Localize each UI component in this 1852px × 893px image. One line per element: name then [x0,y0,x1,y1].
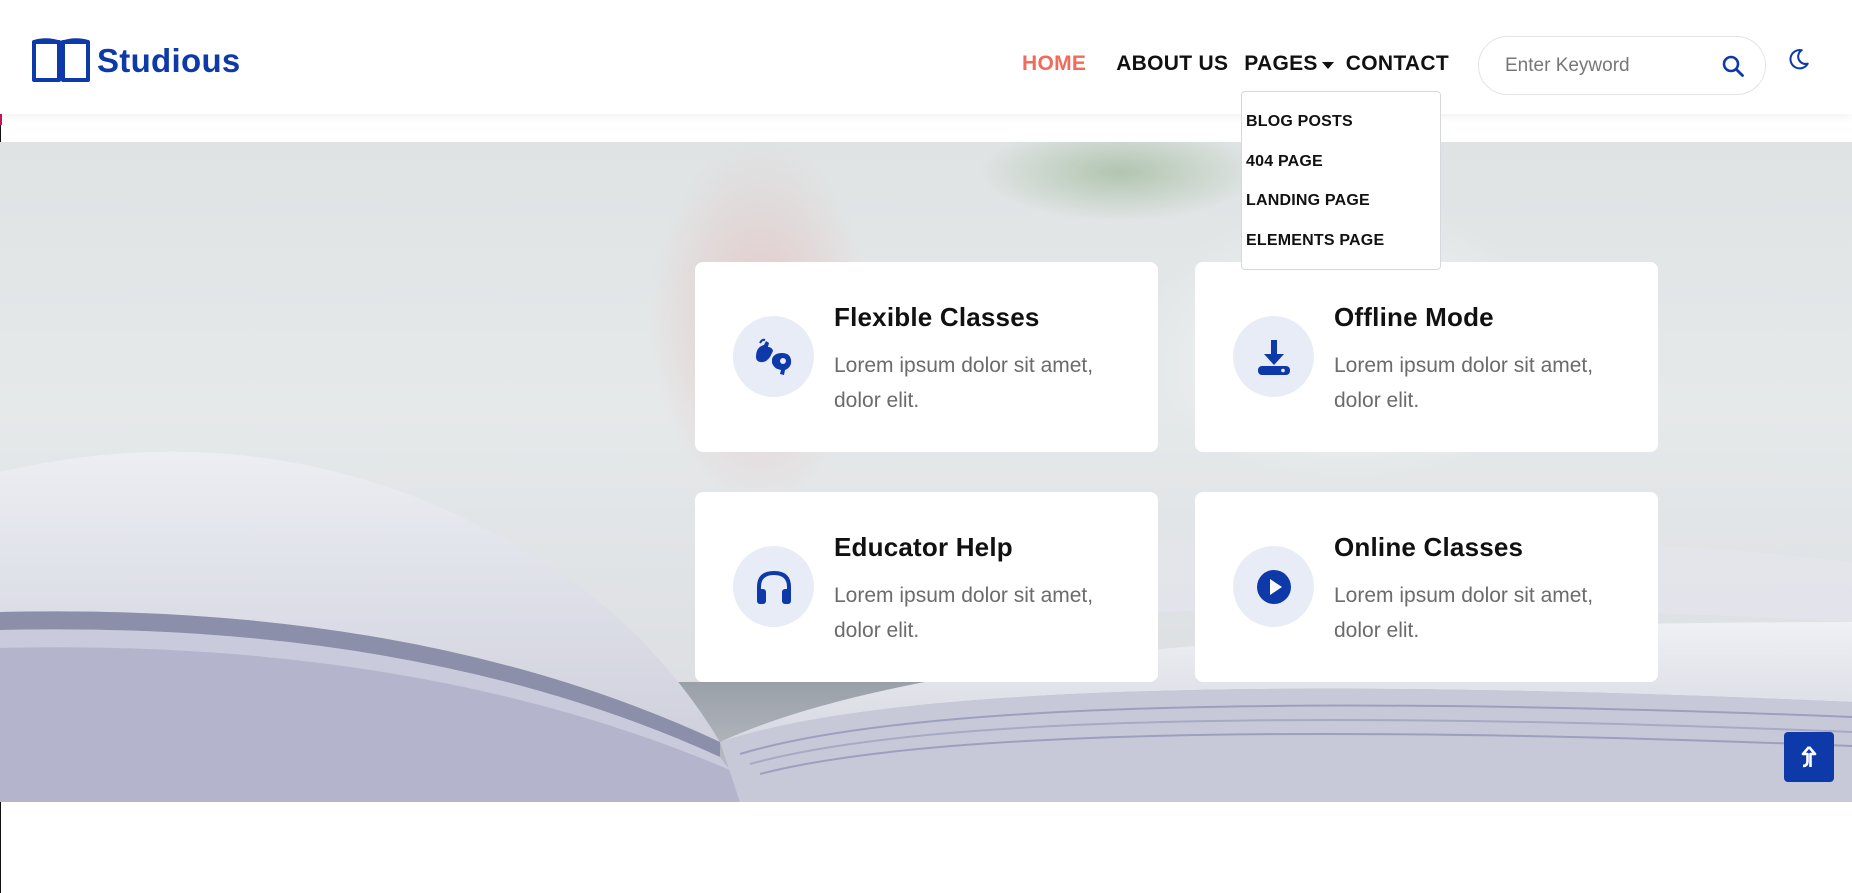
headphones-icon [756,570,791,604]
hero-book-image [0,451,1852,802]
dropdown-item-elements-page[interactable]: ELEMENTS PAGE [1242,229,1440,269]
feature-title: Offline Mode [1334,302,1494,332]
feature-description: Lorem ipsum dolor sit amet, dolor elit. [834,584,1094,642]
main-nav: HOME ABOUT US PAGES CONTACT [1022,52,1449,76]
feature-card-online-classes[interactable]: Online Classes Lorem ipsum dolor sit ame… [1195,492,1658,682]
site-header: Studious HOME ABOUT US PAGES CONTACT [0,0,1852,114]
nav-pages[interactable]: PAGES [1244,52,1334,76]
dropdown-item-landing-page[interactable]: LANDING PAGE [1242,189,1440,229]
nav-contact[interactable]: CONTACT [1346,52,1449,76]
search-box [1478,36,1766,95]
feature-icon-wrap [733,316,814,397]
feature-description: Lorem ipsum dolor sit amet, dolor elit. [1334,354,1594,412]
feature-title: Flexible Classes [834,302,1040,332]
download-icon [1257,339,1290,375]
feature-title: Online Classes [1334,532,1524,562]
scroll-to-top-button[interactable] [1784,732,1834,782]
feature-description: Lorem ipsum dolor sit amet, dolor elit. [834,354,1094,412]
dropdown-item-blog-posts[interactable]: BLOG POSTS [1242,110,1440,150]
play-circle-icon [1256,569,1291,604]
sign-language-icon [755,338,791,375]
nav-home[interactable]: HOME [1022,52,1086,76]
feature-icon-wrap [733,546,814,627]
nav-about-us[interactable]: ABOUT US [1116,52,1228,76]
nav-pages-label: PAGES [1244,52,1318,75]
search-icon[interactable] [1721,54,1745,78]
feature-description: Lorem ipsum dolor sit amet, dolor elit. [1334,584,1594,642]
feature-icon-wrap [1233,316,1314,397]
brand-logo[interactable]: Studious [31,37,241,85]
arrow-up-icon [1801,746,1817,768]
hero-section [0,142,1852,802]
feature-card-offline-mode[interactable]: Offline Mode Lorem ipsum dolor sit amet,… [1195,262,1658,452]
brand-name: Studious [97,42,241,79]
moon-icon[interactable] [1788,48,1810,70]
dropdown-item-404-page[interactable]: 404 PAGE [1242,150,1440,190]
feature-icon-wrap [1233,546,1314,627]
feature-card-educator-help[interactable]: Educator Help Lorem ipsum dolor sit amet… [695,492,1158,682]
feature-title: Educator Help [834,532,1013,562]
caret-down-icon [1321,61,1334,69]
search-input[interactable] [1505,54,1705,77]
open-book-icon [32,38,90,82]
feature-card-flexible-classes[interactable]: Flexible Classes Lorem ipsum dolor sit a… [695,262,1158,452]
pages-dropdown-menu: BLOG POSTS 404 PAGE LANDING PAGE ELEMENT… [1241,91,1441,270]
